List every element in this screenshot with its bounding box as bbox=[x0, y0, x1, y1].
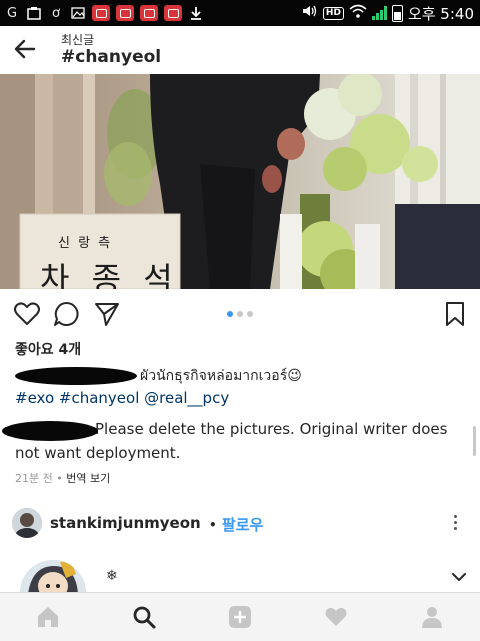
volume-icon bbox=[302, 4, 318, 22]
comment-icon[interactable] bbox=[53, 300, 81, 328]
hd-badge: HD bbox=[322, 6, 344, 20]
bookmark-icon[interactable] bbox=[441, 300, 469, 328]
redacted-username bbox=[15, 367, 137, 385]
search-icon[interactable] bbox=[132, 605, 156, 629]
notification-icon bbox=[140, 5, 158, 21]
signal-icon bbox=[371, 6, 387, 20]
notification-icon bbox=[164, 5, 182, 21]
sign-main-text: 차 종 석 bbox=[40, 260, 179, 289]
battery-icon bbox=[391, 4, 403, 22]
send-icon[interactable] bbox=[93, 300, 121, 328]
snowflake-text: ❄ bbox=[106, 568, 118, 584]
suggestion-strip: ❄ bbox=[0, 558, 480, 594]
carousel-dot bbox=[237, 311, 243, 317]
carousel-dot bbox=[227, 311, 233, 317]
avatar[interactable] bbox=[12, 508, 42, 538]
clock: 오후 5:40 bbox=[407, 4, 474, 23]
image-icon bbox=[26, 5, 42, 21]
carousel-dot bbox=[247, 311, 253, 317]
comment: Please delete the pictures. Original wri… bbox=[2, 417, 470, 465]
g-icon: G bbox=[6, 5, 18, 21]
redacted-username bbox=[2, 421, 98, 441]
profile-icon[interactable] bbox=[420, 605, 444, 629]
post-time: 21분 전 bbox=[15, 472, 53, 485]
follow-button[interactable]: • 팔로우 bbox=[209, 514, 263, 535]
g2-icon: ơ bbox=[52, 5, 60, 21]
notification-icon bbox=[116, 5, 134, 21]
translate-link[interactable]: 번역 보기 bbox=[66, 472, 110, 485]
likes-count[interactable]: 좋아요 4개 bbox=[15, 339, 81, 359]
download-icon bbox=[188, 5, 204, 21]
arrow-left-icon[interactable] bbox=[12, 36, 38, 62]
status-bar: G ơ HD 오후 5:40 bbox=[0, 0, 480, 26]
post-actions bbox=[0, 296, 480, 332]
username[interactable]: stankimjunmyeon bbox=[50, 514, 201, 532]
heart-icon[interactable] bbox=[324, 605, 348, 629]
add-post-icon[interactable] bbox=[228, 605, 252, 629]
home-icon[interactable] bbox=[36, 605, 60, 629]
heart-icon[interactable] bbox=[13, 300, 41, 328]
wink-emoji: 😉 bbox=[287, 368, 302, 384]
post-hashtags[interactable]: #exo #chanyeol @real__pcy bbox=[15, 389, 229, 407]
post-image[interactable]: 신 랑 측 차 종 석 bbox=[0, 74, 480, 289]
header-subtitle: 최신글 bbox=[61, 33, 95, 47]
cartoon-image[interactable] bbox=[20, 560, 86, 594]
sign-top-text: 신 랑 측 bbox=[58, 236, 113, 251]
carousel-indicator bbox=[227, 311, 253, 317]
wifi-icon bbox=[349, 4, 367, 22]
app-header: 최신글 #chanyeol bbox=[0, 26, 480, 74]
bottom-nav bbox=[0, 592, 480, 641]
scrollbar[interactable] bbox=[473, 426, 476, 456]
next-post-header: stankimjunmyeon • 팔로우 bbox=[0, 505, 480, 545]
caption-text: ผัวนักธุรกิจหล่อมากเวอร์ bbox=[140, 368, 288, 384]
gallery-icon bbox=[70, 5, 86, 21]
notification-icon bbox=[92, 5, 110, 21]
post-meta: 21분 전 • 번역 보기 bbox=[15, 472, 111, 485]
more-options-icon[interactable] bbox=[454, 515, 458, 533]
chevron-down-icon[interactable] bbox=[452, 572, 466, 582]
page-title: #chanyeol bbox=[61, 47, 162, 67]
